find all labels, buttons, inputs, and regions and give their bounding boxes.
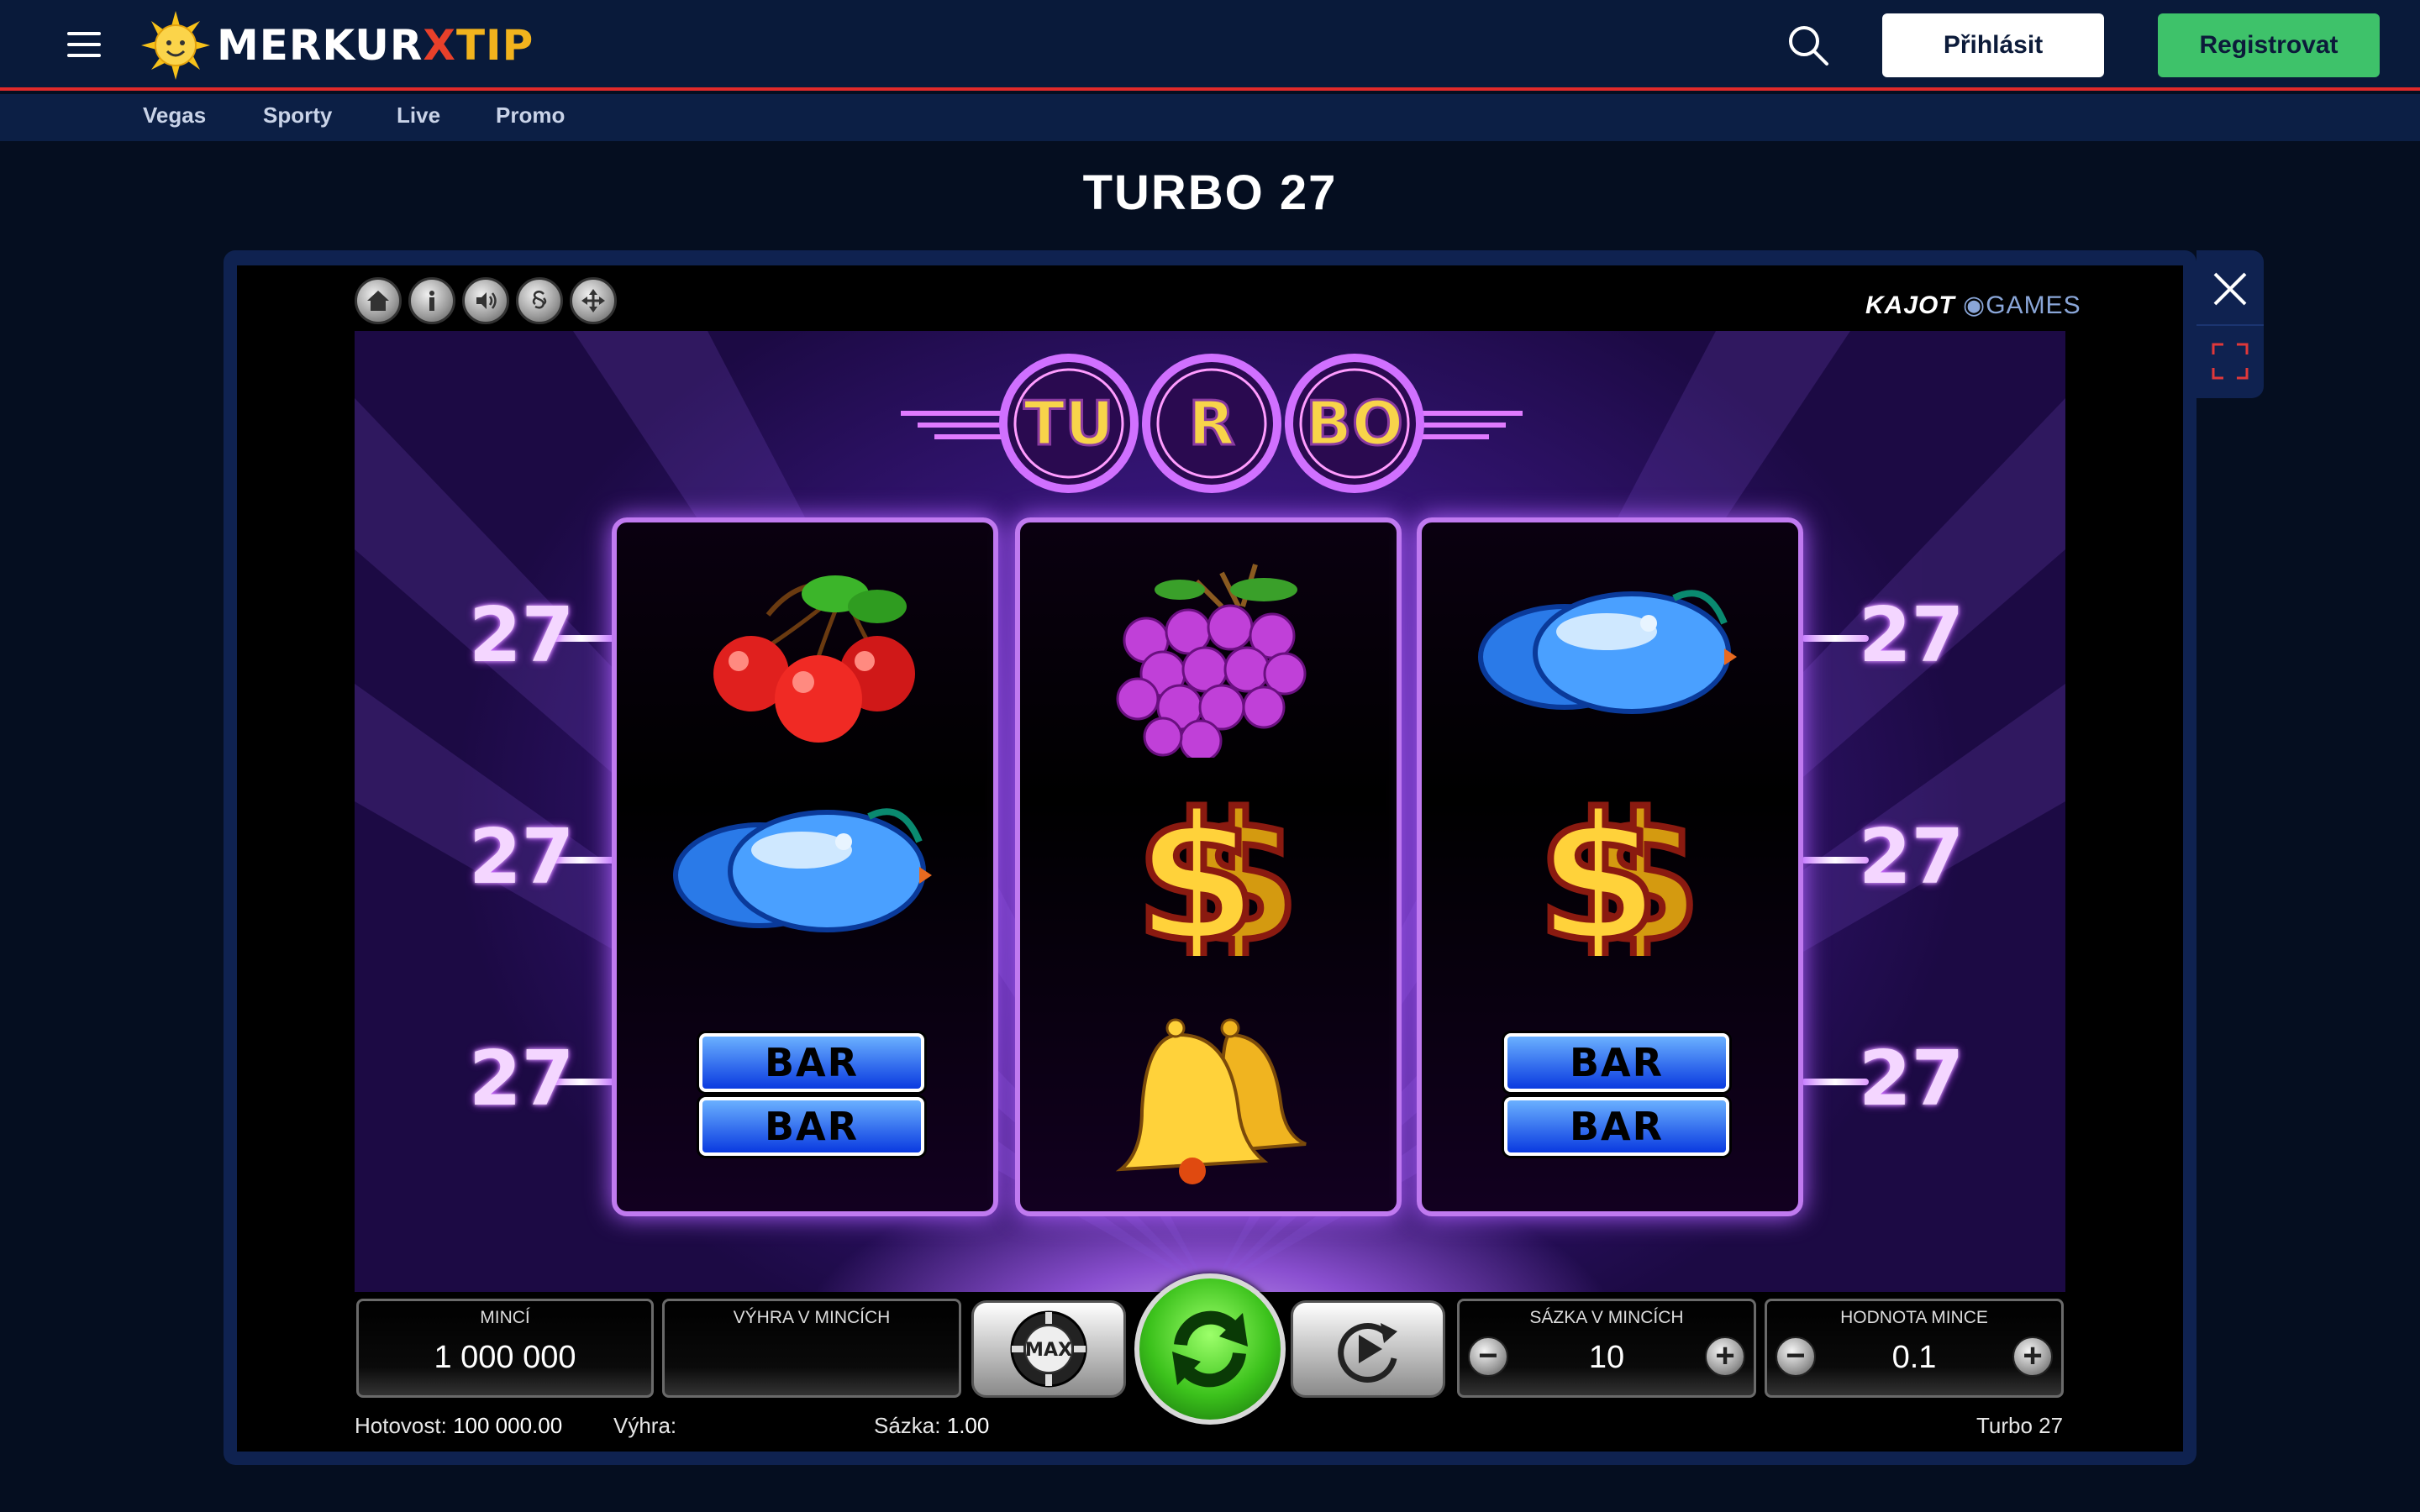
plum-symbol [1478, 590, 1737, 714]
reel-3: $ $ BAR BAR [1417, 517, 1803, 1216]
merkur-xtip-logo[interactable]: MERKURXTIP [139, 8, 534, 82]
logo-word-x: X [423, 21, 456, 70]
bet-minus-button[interactable]: − [1468, 1336, 1508, 1377]
move-icon[interactable] [570, 277, 617, 324]
line-number: 27 [1859, 813, 1965, 901]
line-number: 27 [469, 591, 575, 680]
coins-display: MINCÍ 1 000 000 [356, 1299, 654, 1398]
bar-label: BAR [699, 1097, 924, 1156]
top-header: MERKURXTIP Přihlásit Registrovat [0, 0, 2420, 91]
poker-chip-icon: MAX [1010, 1310, 1087, 1388]
bar-bar-symbol: BAR BAR [699, 1033, 924, 1156]
logo-text: MERKURXTIP [217, 21, 534, 70]
info-glyph [429, 291, 434, 311]
dollar-symbol: $ $ [1534, 788, 1705, 956]
coin-value-minus-button[interactable]: − [1776, 1336, 1816, 1377]
reel-2: $ $ [1015, 517, 1402, 1216]
plum-symbol [673, 808, 932, 932]
win-label: Výhra: [613, 1413, 677, 1438]
max-label: MAX [1025, 1340, 1072, 1361]
turbo-logo-bo: BO [1306, 388, 1403, 459]
sound-glyph [476, 292, 497, 309]
win-status: Výhra: [613, 1413, 676, 1439]
game-canvas[interactable]: KAJOT ◉GAMES TU R BO 27 27 27 27 27 27 B… [237, 265, 2183, 1452]
line-number: 27 [1859, 1035, 1965, 1123]
nav-item-vegas[interactable]: Vegas [143, 102, 206, 129]
turbo-logo-r: R [1188, 388, 1234, 459]
sun-mascot-icon [141, 11, 210, 80]
spin-button[interactable] [1134, 1273, 1286, 1425]
turbo-logo: TU R BO [901, 354, 1523, 493]
bet-coins-control: SÁZKA V MINCÍCH 10 − + [1457, 1299, 1756, 1398]
logo-word-tip: TIP [455, 21, 534, 70]
bet-coins-label: SÁZKA V MINCÍCH [1529, 1308, 1684, 1327]
coins-label: MINCÍ [480, 1308, 530, 1327]
provider-name: KAJOT [1865, 291, 1955, 319]
grapes-symbol [1116, 564, 1307, 758]
win-coins-label: VÝHRA V MINCÍCH [733, 1308, 891, 1327]
game-name-status: Turbo 27 [1976, 1413, 2064, 1438]
coins-value: 1 000 000 [434, 1340, 576, 1375]
close-icon[interactable] [2208, 267, 2252, 311]
reel-1: BAR BAR [612, 517, 998, 1216]
home-glyph [367, 291, 389, 311]
line-number: 27 [469, 1035, 575, 1123]
autoplay-icon [1338, 1323, 1397, 1383]
login-button[interactable]: Přihlásit [1882, 13, 2104, 77]
search-icon[interactable] [1785, 22, 1832, 69]
line-number: 27 [469, 813, 575, 901]
slot-stage: TU R BO 27 27 27 27 27 27 BAR BAR $ $ $ … [355, 331, 2065, 1292]
dollar-symbol: $ $ [1132, 788, 1303, 956]
register-button[interactable]: Registrovat [2158, 13, 2380, 77]
bar-bar-symbol: BAR BAR [1504, 1033, 1729, 1156]
move-glyph [581, 289, 605, 312]
cash-value: 100 000.00 [453, 1413, 563, 1438]
coin-value-plus-button[interactable]: + [2012, 1336, 2053, 1377]
menu-icon[interactable] [67, 32, 101, 57]
provider-suffix: GAMES [1986, 291, 2081, 319]
bells-symbol [1115, 1018, 1307, 1184]
bar-label: BAR [1504, 1033, 1729, 1092]
coin-value-label: HODNOTA MINCE [1840, 1308, 1988, 1327]
spin-arrows-icon [1172, 1310, 1248, 1388]
info-icon[interactable] [408, 277, 455, 324]
paragraph-glyph [532, 291, 547, 309]
line-number: 27 [1859, 591, 1965, 680]
bar-label: BAR [1504, 1097, 1729, 1156]
bet-label: Sázka: [874, 1413, 941, 1438]
game-top-toolbar [355, 277, 617, 324]
nav-item-live[interactable]: Live [397, 102, 440, 129]
bet-status: Sázka: 1.00 [874, 1413, 989, 1439]
bet-value: 1.00 [946, 1413, 990, 1438]
cherries-symbol [713, 575, 915, 743]
sub-navigation: Vegas Sporty Live Promo [0, 94, 2420, 141]
globe-icon: ◉ [1963, 291, 1986, 319]
page-title: TURBO 27 [1082, 165, 1338, 220]
kajot-games-logo: KAJOT ◉GAMES [1865, 291, 2081, 320]
bet-plus-button[interactable]: + [1705, 1336, 1745, 1377]
win-coins-display: VÝHRA V MINCÍCH [662, 1299, 961, 1398]
coin-value-control: HODNOTA MINCE 0.1 − + [1765, 1299, 2064, 1398]
cash-status: Hotovost: 100 000.00 [355, 1413, 562, 1439]
fullscreen-icon[interactable] [2208, 339, 2252, 383]
side-divider [2196, 324, 2264, 326]
turbo-logo-tu: TU [1023, 388, 1114, 459]
cash-label: Hotovost: [355, 1413, 447, 1438]
paragraph-icon[interactable] [516, 277, 563, 324]
svg-text:$: $ [1135, 788, 1258, 956]
bar-label: BAR [699, 1033, 924, 1092]
svg-text:$: $ [1537, 788, 1660, 956]
nav-item-promo[interactable]: Promo [496, 102, 565, 129]
max-bet-button[interactable]: MAX [971, 1300, 1126, 1398]
home-icon[interactable] [355, 277, 402, 324]
autoplay-button[interactable] [1291, 1300, 1445, 1398]
logo-word-merkur: MERKUR [217, 21, 424, 70]
nav-item-sporty[interactable]: Sporty [263, 102, 332, 129]
sound-icon[interactable] [462, 277, 509, 324]
